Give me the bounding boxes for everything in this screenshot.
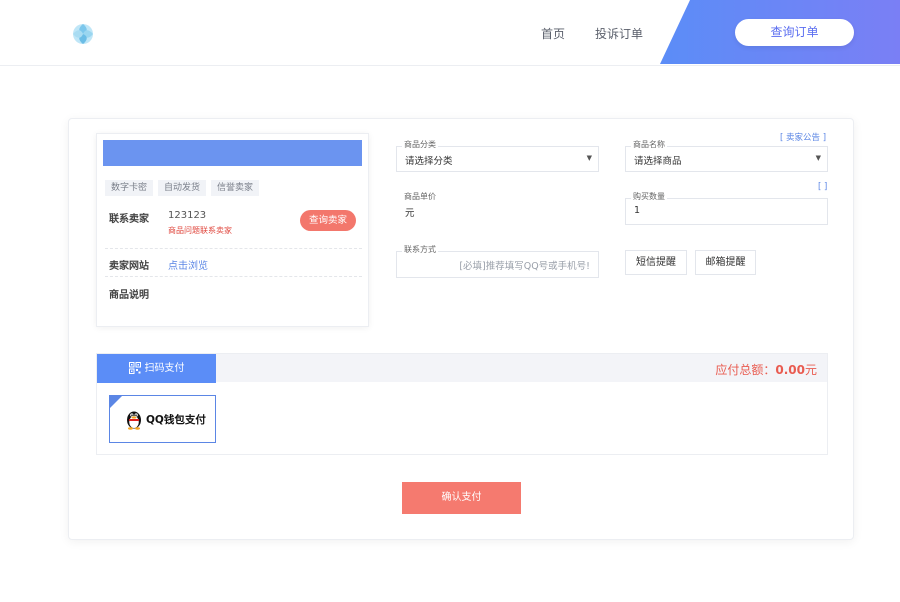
seller-notice-link[interactable]: [ 卖家公告 ]	[780, 131, 826, 143]
site-logo-icon[interactable]	[70, 22, 96, 46]
seller-info-panel: 数字卡密 自动发货 信誉卖家 联系卖家 123123 商品问题联系卖家 查询卖家 卖…	[96, 133, 369, 327]
seller-contact-hint: 商品问题联系卖家	[168, 226, 232, 235]
total-unit: 元	[804, 363, 817, 377]
seller-contact-value: 123123	[168, 210, 207, 221]
total-label: 应付总额：	[715, 363, 776, 377]
sms-reminder-button[interactable]: 短信提醒	[625, 250, 687, 275]
quantity-label: 购买数量	[631, 191, 667, 202]
order-card: 数字卡密 自动发货 信誉卖家 联系卖家 123123 商品问题联系卖家 查询卖家 卖…	[68, 118, 854, 540]
seller-tag: 数字卡密	[105, 180, 154, 196]
scan-tab-label: 扫码支付	[144, 363, 185, 374]
nav-home-link[interactable]: 首页	[541, 25, 565, 42]
bracket-link[interactable]: [ ]	[818, 182, 827, 192]
total-amount-display: 应付总额：0.00元	[715, 361, 817, 378]
seller-website-row: 卖家网站 点击浏览	[109, 257, 208, 272]
divider	[105, 248, 362, 249]
total-amount-value: 0.00	[775, 363, 805, 377]
seller-tags: 数字卡密 自动发货 信誉卖家	[105, 180, 264, 196]
query-seller-button[interactable]: 查询卖家	[300, 210, 356, 231]
product-label: 商品名称	[631, 139, 667, 150]
selected-corner-indicator	[110, 396, 122, 408]
seller-tag: 自动发货	[158, 180, 207, 196]
product-description-label: 商品说明	[109, 290, 149, 301]
contact-input[interactable]: [必填]推荐填写QQ号或手机号!	[396, 251, 599, 278]
unit-price-label: 商品单价	[402, 191, 438, 202]
unit-price-value: 元	[396, 198, 599, 225]
seller-contact-label: 联系卖家	[109, 214, 149, 225]
contact-placeholder: [必填]推荐填写QQ号或手机号!	[459, 261, 590, 272]
confirm-pay-button[interactable]: 确认支付	[402, 482, 521, 514]
qr-code-icon	[128, 362, 141, 374]
divider	[105, 276, 362, 277]
quantity-value: 1	[634, 205, 641, 216]
top-header: 首页 投诉订单 查询订单	[0, 0, 900, 66]
contact-label: 联系方式	[402, 244, 438, 255]
tab-scan-pay[interactable]: 扫码支付	[97, 354, 216, 383]
seller-website-label: 卖家网站	[109, 261, 149, 272]
seller-banner	[103, 140, 362, 166]
nav-complaint-link[interactable]: 投诉订单	[595, 25, 643, 42]
seller-tag: 信誉卖家	[211, 180, 260, 196]
seller-contact-row: 联系卖家 123123 商品问题联系卖家	[109, 210, 232, 235]
payment-section: 扫码支付 应付总额：0.00元 QQ钱包支付	[96, 353, 828, 455]
category-label: 商品分类	[402, 139, 438, 150]
quantity-input[interactable]: 1	[625, 198, 828, 225]
category-select-value: 请选择分类	[405, 156, 453, 167]
query-order-button[interactable]: 查询订单	[735, 19, 854, 46]
seller-website-link[interactable]: 点击浏览	[168, 257, 208, 272]
unit-price-text: 元	[405, 208, 415, 219]
chevron-down-icon: ▼	[815, 154, 821, 162]
qq-wallet-pay-label: QQ钱包支付	[146, 414, 206, 426]
payment-header: 扫码支付 应付总额：0.00元	[97, 354, 827, 383]
email-reminder-button[interactable]: 邮箱提醒	[695, 250, 756, 275]
qq-penguin-icon	[127, 411, 141, 430]
qq-wallet-pay-option[interactable]: QQ钱包支付	[109, 395, 216, 443]
chevron-down-icon: ▼	[586, 154, 592, 162]
product-select-value: 请选择商品	[634, 156, 682, 167]
product-description-row: 商品说明	[109, 286, 149, 301]
